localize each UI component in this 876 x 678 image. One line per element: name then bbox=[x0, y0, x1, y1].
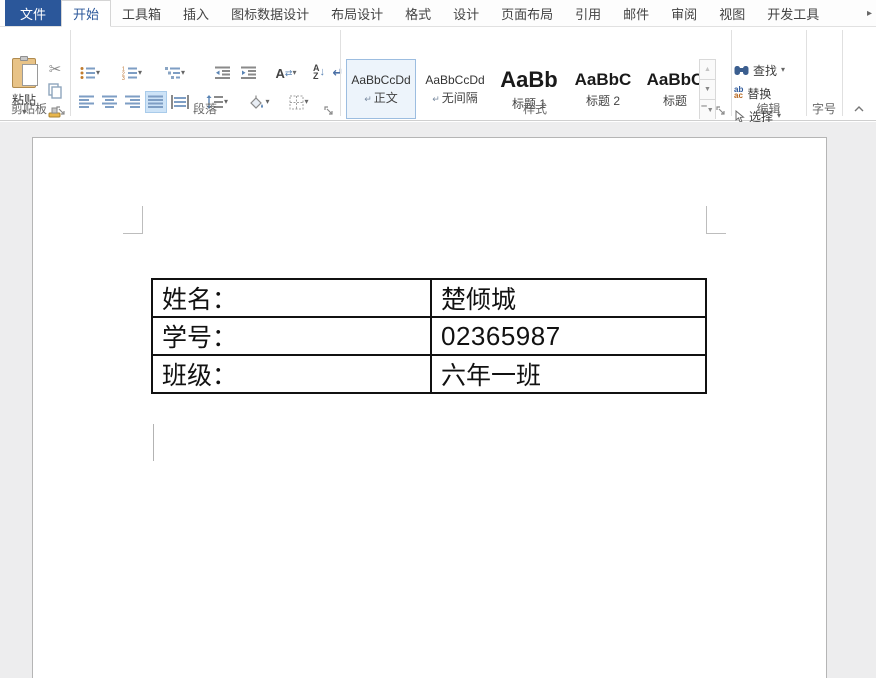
document-canvas: 姓名： 楚倾城 学号： 02365987 班级： 六年一班 bbox=[0, 122, 876, 678]
decrease-indent-button[interactable] bbox=[212, 63, 234, 83]
class-label-cell[interactable]: 班级： bbox=[152, 355, 431, 393]
tab-toolbox[interactable]: 工具箱 bbox=[111, 0, 172, 26]
tab-mailings[interactable]: 邮件 bbox=[612, 0, 660, 26]
binoculars-icon bbox=[734, 64, 749, 76]
sort-button[interactable]: AZ ↓ bbox=[308, 61, 330, 83]
table-row: 学号： 02365987 bbox=[152, 317, 706, 355]
tab-icon-data-design[interactable]: 图标数据设计 bbox=[220, 0, 320, 26]
style-preview: AaBb bbox=[500, 67, 557, 93]
numbered-list-button[interactable]: 123 ▾ bbox=[118, 63, 146, 83]
tab-references[interactable]: 引用 bbox=[564, 0, 612, 26]
bullet-list-icon bbox=[80, 66, 96, 80]
chevron-up-icon bbox=[854, 106, 864, 112]
clipboard-dialog-launcher[interactable] bbox=[56, 104, 68, 116]
show-marks-button[interactable]: ↵ bbox=[330, 63, 346, 83]
replace-label: 替换 bbox=[747, 85, 771, 102]
bullet-list-button[interactable]: ▾ bbox=[76, 63, 104, 83]
style-preview: AaBbCcDd bbox=[425, 73, 484, 87]
multilevel-list-button[interactable]: ▾ bbox=[160, 63, 190, 83]
margin-corner-mark-right bbox=[706, 206, 726, 234]
chevron-down-icon: ▾ bbox=[292, 69, 296, 77]
class-value-cell[interactable]: 六年一班 bbox=[431, 355, 706, 393]
decrease-indent-icon bbox=[215, 66, 231, 80]
styles-group-label: 样式 bbox=[340, 100, 730, 117]
cut-button[interactable]: ✂ bbox=[44, 59, 66, 79]
style-preview: AaBbC bbox=[647, 70, 704, 90]
tab-review[interactable]: 审阅 bbox=[660, 0, 708, 26]
student-id-value-cell[interactable]: 02365987 bbox=[431, 317, 706, 355]
tab-format[interactable]: 格式 bbox=[394, 0, 442, 26]
tab-page-layout[interactable]: 页面布局 bbox=[490, 0, 564, 26]
font-size-group-label: 字号 bbox=[806, 100, 842, 117]
paragraph-dialog-launcher[interactable] bbox=[324, 104, 336, 116]
student-info-table: 姓名： 楚倾城 学号： 02365987 班级： 六年一班 bbox=[151, 278, 707, 394]
clipboard-icon bbox=[12, 58, 36, 88]
tab-layout-design[interactable]: 布局设计 bbox=[320, 0, 394, 26]
asian-layout-icon: A bbox=[276, 66, 285, 81]
tab-insert[interactable]: 插入 bbox=[172, 0, 220, 26]
replace-icon: ab ac bbox=[734, 87, 743, 99]
increase-indent-button[interactable] bbox=[238, 63, 260, 83]
tab-overflow-arrow-icon[interactable]: ▸ bbox=[863, 0, 876, 26]
name-value-cell[interactable]: 楚倾城 bbox=[431, 279, 706, 317]
text-cursor bbox=[153, 424, 154, 461]
word-window: 文件 开始 工具箱 插入 图标数据设计 布局设计 格式 设计 页面布局 引用 邮… bbox=[0, 0, 876, 678]
copy-icon bbox=[47, 83, 63, 99]
collapse-ribbon-button[interactable] bbox=[849, 102, 869, 116]
chevron-down-icon: ▾ bbox=[781, 66, 785, 74]
ribbon-tab-bar: 文件 开始 工具箱 插入 图标数据设计 布局设计 格式 设计 页面布局 引用 邮… bbox=[0, 0, 876, 27]
styles-scroll-down-button[interactable]: ▼ bbox=[700, 80, 715, 100]
table-row: 班级： 六年一班 bbox=[152, 355, 706, 393]
paragraph-mark-icon: ↵ bbox=[333, 65, 344, 81]
styles-scroll-up-button[interactable]: ▲ bbox=[700, 60, 715, 80]
tab-file[interactable]: 文件 bbox=[5, 0, 61, 26]
increase-indent-icon bbox=[241, 66, 257, 80]
chevron-down-icon: ▾ bbox=[138, 69, 142, 77]
chevron-down-icon: ▾ bbox=[181, 69, 185, 77]
table-row: 姓名： 楚倾城 bbox=[152, 279, 706, 317]
style-preview: AaBbC bbox=[575, 70, 632, 90]
copy-button[interactable] bbox=[44, 81, 66, 101]
margin-corner-mark-left bbox=[123, 206, 143, 234]
paragraph-group-label: 段落 bbox=[70, 100, 340, 117]
find-button[interactable]: 查找 ▾ bbox=[734, 60, 785, 80]
student-id-label-cell[interactable]: 学号： bbox=[152, 317, 431, 355]
chevron-down-icon: ▾ bbox=[96, 69, 100, 77]
tab-developer[interactable]: 开发工具 bbox=[756, 0, 830, 26]
numbered-list-icon: 123 bbox=[122, 66, 138, 80]
multilevel-list-icon bbox=[165, 66, 181, 80]
left-right-arrows-icon: ⇄ bbox=[285, 68, 293, 79]
document-page[interactable]: 姓名： 楚倾城 学号： 02365987 班级： 六年一班 bbox=[32, 137, 827, 678]
svg-text:3: 3 bbox=[122, 76, 125, 80]
tab-view[interactable]: 视图 bbox=[708, 0, 756, 26]
name-label-cell[interactable]: 姓名： bbox=[152, 279, 431, 317]
tab-design[interactable]: 设计 bbox=[442, 0, 490, 26]
down-arrow-icon: ↓ bbox=[320, 66, 326, 78]
find-label: 查找 bbox=[753, 62, 777, 79]
asian-layout-button[interactable]: A ⇄ ▾ bbox=[270, 63, 302, 83]
ribbon: 粘贴 ▾ ✂ 剪贴板 ▾ bbox=[0, 27, 876, 121]
editing-group-label: 编辑 bbox=[731, 100, 806, 117]
styles-dialog-launcher[interactable] bbox=[716, 104, 728, 116]
tab-home[interactable]: 开始 bbox=[61, 0, 111, 27]
clipboard-group-label: 剪贴板 bbox=[0, 100, 58, 117]
style-preview: AaBbCcDd bbox=[351, 73, 410, 87]
scissors-icon: ✂ bbox=[49, 60, 62, 78]
